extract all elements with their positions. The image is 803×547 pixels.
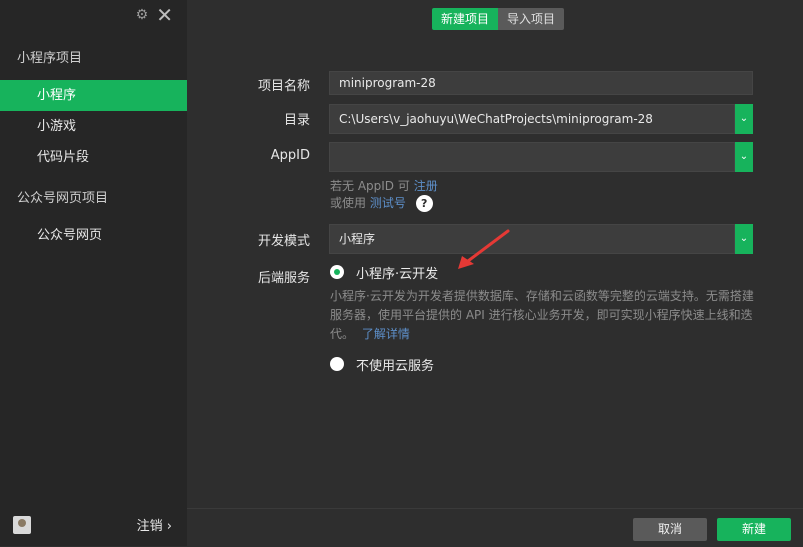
appid-hint-register: 若无 AppID 可 注册 xyxy=(330,177,438,194)
sidebar-item-label: 公众号网页 xyxy=(37,228,103,243)
window-controls: ⚙ ✕ xyxy=(136,5,173,25)
section-miniprogram-heading: 小程序项目 xyxy=(17,51,83,66)
appid-field[interactable] xyxy=(329,142,735,172)
sidebar-item-minigame[interactable]: 小游戏 xyxy=(0,111,187,142)
dev-mode-select[interactable]: 小程序 xyxy=(329,224,735,254)
dev-mode-label: 开发模式 xyxy=(257,234,310,249)
test-account-link[interactable]: 测试号 xyxy=(370,196,406,210)
directory-field[interactable]: C:\Users\v_jaohuyu\WeChatProjects\minipr… xyxy=(329,104,735,134)
project-name-label: 项目名称 xyxy=(257,79,310,94)
annotation-arrow-icon xyxy=(458,229,510,269)
option-no-cloud-label[interactable]: 不使用云服务 xyxy=(356,355,434,374)
sidebar-item-label: 代码片段 xyxy=(37,150,90,165)
project-type-tabs: 新建项目 导入项目 xyxy=(432,8,565,30)
tab-import-project[interactable]: 导入项目 xyxy=(498,8,565,30)
sidebar: ⚙ ✕ 小程序项目 小程序 小游戏 代码片段 公众号网页项目 公众号网页 注销 … xyxy=(0,0,187,546)
hint-text: 或使用 xyxy=(330,196,367,210)
radio-no-cloud[interactable] xyxy=(330,357,344,371)
project-name-value: miniprogram-28 xyxy=(339,76,436,90)
logout-label: 注销 xyxy=(136,519,163,534)
sidebar-item-code-snippet[interactable]: 代码片段 xyxy=(0,142,187,173)
avatar[interactable] xyxy=(13,516,31,534)
logout-button[interactable]: 注销 › xyxy=(137,515,172,534)
chevron-down-icon: ⌄ xyxy=(739,113,749,124)
help-icon[interactable]: ? xyxy=(415,195,433,212)
section-official-heading: 公众号网页项目 xyxy=(17,191,109,206)
directory-value: C:\Users\v_jaohuyu\WeChatProjects\minipr… xyxy=(339,112,653,126)
cancel-button[interactable]: 取消 xyxy=(633,518,707,541)
backend-label: 后端服务 xyxy=(257,271,310,286)
radio-cloud[interactable] xyxy=(330,265,344,279)
dev-mode-dropdown-button[interactable]: ⌄ xyxy=(735,224,753,254)
hint-text: 若无 AppID 可 xyxy=(330,179,410,193)
chevron-down-icon: ⌄ xyxy=(739,151,749,162)
sidebar-footer: 注销 › xyxy=(0,510,187,546)
sidebar-item-miniprogram[interactable]: 小程序 xyxy=(0,80,187,111)
project-name-field[interactable]: miniprogram-28 xyxy=(329,71,753,95)
dev-mode-value: 小程序 xyxy=(339,232,376,246)
close-icon[interactable]: ✕ xyxy=(156,5,173,25)
tab-new-project[interactable]: 新建项目 xyxy=(432,8,499,30)
cloud-description: 小程序·云开发为开发者提供数据库、存储和云函数等完整的云端支持。无需搭建服务器，… xyxy=(330,287,756,344)
learn-more-link[interactable]: 了解详情 xyxy=(362,327,410,341)
create-button[interactable]: 新建 xyxy=(717,518,791,541)
sidebar-item-label: 小程序 xyxy=(37,88,77,103)
appid-label: AppID xyxy=(270,148,310,163)
directory-label: 目录 xyxy=(283,113,310,128)
chevron-down-icon: ⌄ xyxy=(739,233,749,244)
sidebar-item-label: 小游戏 xyxy=(37,119,77,134)
appid-hint-test: 或使用 测试号 ? xyxy=(330,194,433,212)
footer-bar: 取消 新建 xyxy=(187,508,803,547)
sidebar-item-official-web[interactable]: 公众号网页 xyxy=(0,220,187,251)
register-link[interactable]: 注册 xyxy=(414,179,438,193)
directory-dropdown-button[interactable]: ⌄ xyxy=(735,104,753,134)
chevron-right-icon: › xyxy=(166,519,172,534)
gear-icon[interactable]: ⚙ xyxy=(136,6,149,24)
appid-dropdown-button[interactable]: ⌄ xyxy=(735,142,753,172)
option-cloud-label[interactable]: 小程序·云开发 xyxy=(356,263,438,282)
